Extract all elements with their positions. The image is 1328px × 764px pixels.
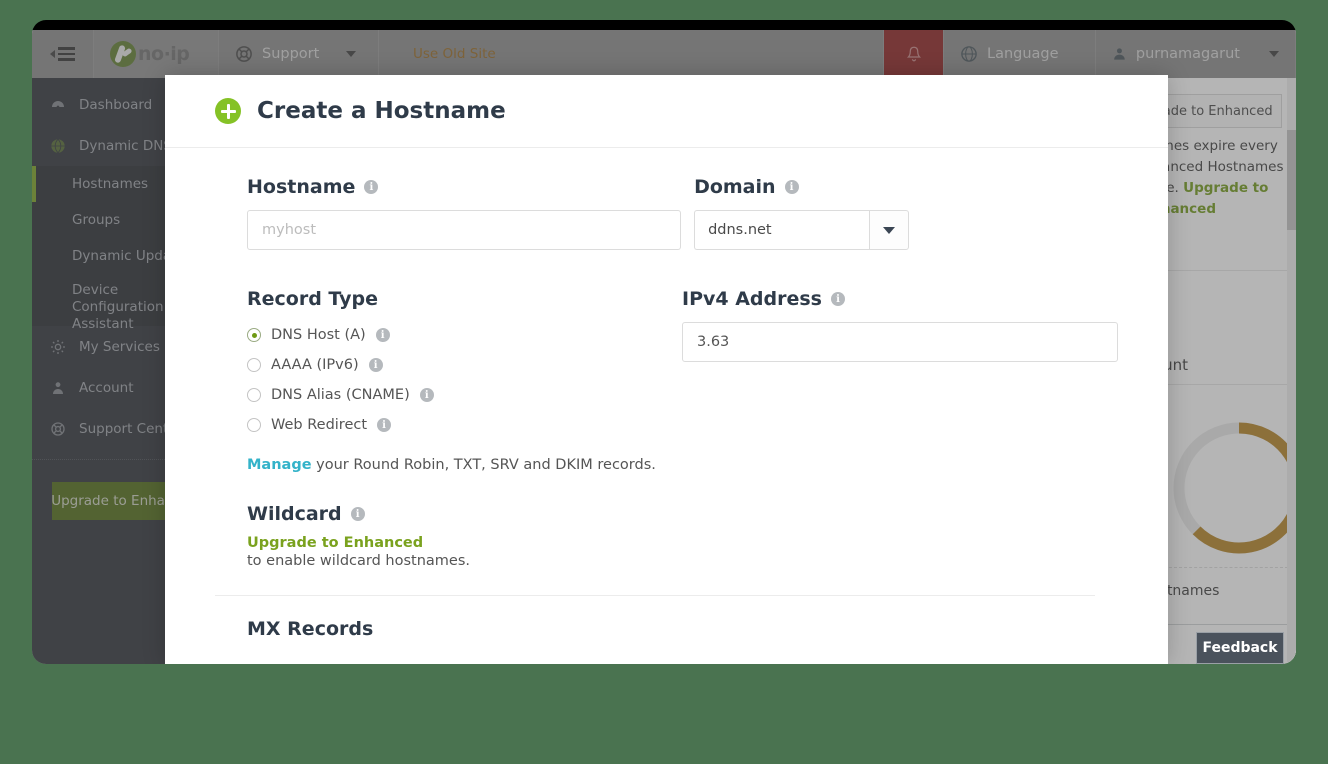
ipv4-label: IPv4 Address i (682, 288, 1118, 310)
ipv4-field-group: IPv4 Address i (682, 288, 1118, 569)
record-type-group: Record Type DNS Host (A) i AAAA (IPv6) i (247, 288, 682, 569)
modal-title: Create a Hostname (257, 98, 506, 124)
radio-dns-alias-cname[interactable]: DNS Alias (CNAME) i (247, 380, 682, 410)
wildcard-group: Wildcard i Upgrade to Enhanced to enable… (247, 503, 682, 569)
info-icon[interactable]: i (420, 388, 434, 402)
form-row-1: Hostname i Domain i ddns.net (247, 176, 1118, 250)
manage-records-link[interactable]: Manage (247, 457, 312, 473)
domain-label-text: Domain (694, 176, 775, 198)
ipv4-address-input[interactable] (682, 322, 1118, 362)
hostname-field-group: Hostname i (247, 176, 694, 250)
radio-web-redirect[interactable]: Web Redirect i (247, 410, 682, 440)
form-row-2: Record Type DNS Host (A) i AAAA (IPv6) i (247, 288, 1118, 569)
info-icon[interactable]: i (369, 358, 383, 372)
info-icon[interactable]: i (351, 507, 365, 521)
radio-label: DNS Alias (CNAME) (271, 387, 410, 403)
hostname-label: Hostname i (247, 176, 694, 198)
hostname-input[interactable] (247, 210, 681, 250)
feedback-button[interactable]: Feedback (1196, 632, 1284, 664)
modal-section-divider (215, 595, 1095, 596)
info-icon[interactable]: i (785, 180, 799, 194)
radio-aaaa-ipv6[interactable]: AAAA (IPv6) i (247, 350, 682, 380)
info-icon[interactable]: i (377, 418, 391, 432)
browser-device-frame: Upgrade to Enhanced Free Hostnames expir… (32, 20, 1296, 664)
modal-header: Create a Hostname (165, 75, 1168, 148)
domain-select[interactable]: ddns.net (694, 210, 909, 250)
radio-dns-host-a[interactable]: DNS Host (A) i (247, 320, 682, 350)
wildcard-label-text: Wildcard (247, 503, 342, 525)
radio-label: AAAA (IPv6) (271, 357, 359, 373)
info-icon[interactable]: i (376, 328, 390, 342)
wildcard-label: Wildcard i (247, 503, 682, 525)
radio-indicator[interactable] (247, 358, 261, 372)
modal-body: Hostname i Domain i ddns.net (165, 148, 1168, 663)
info-icon[interactable]: i (831, 292, 845, 306)
create-hostname-modal: Create a Hostname Hostname i Domain (165, 75, 1168, 664)
mx-records-title: MX Records (247, 618, 1118, 640)
radio-label: DNS Host (A) (271, 327, 366, 343)
wildcard-upgrade-link[interactable]: Upgrade to Enhanced (247, 535, 682, 551)
domain-label: Domain i (694, 176, 1118, 198)
chevron-down-icon (883, 227, 895, 234)
manage-records-line: Manage your Round Robin, TXT, SRV and DK… (247, 457, 682, 473)
radio-indicator[interactable] (247, 418, 261, 432)
ipv4-label-text: IPv4 Address (682, 288, 822, 310)
manage-records-text: your Round Robin, TXT, SRV and DKIM reco… (312, 457, 656, 473)
browser-viewport: Upgrade to Enhanced Free Hostnames expir… (32, 30, 1296, 664)
record-type-label-text: Record Type (247, 288, 378, 310)
radio-label: Web Redirect (271, 417, 367, 433)
radio-indicator[interactable] (247, 388, 261, 402)
plus-circle-icon (215, 98, 241, 124)
domain-select-value: ddns.net (694, 210, 869, 250)
wildcard-note: to enable wildcard hostnames. (247, 553, 682, 569)
info-icon[interactable]: i (364, 180, 378, 194)
radio-indicator[interactable] (247, 328, 261, 342)
domain-field-group: Domain i ddns.net (694, 176, 1118, 250)
hostname-label-text: Hostname (247, 176, 355, 198)
record-type-label: Record Type (247, 288, 682, 310)
domain-select-toggle[interactable] (869, 210, 909, 250)
